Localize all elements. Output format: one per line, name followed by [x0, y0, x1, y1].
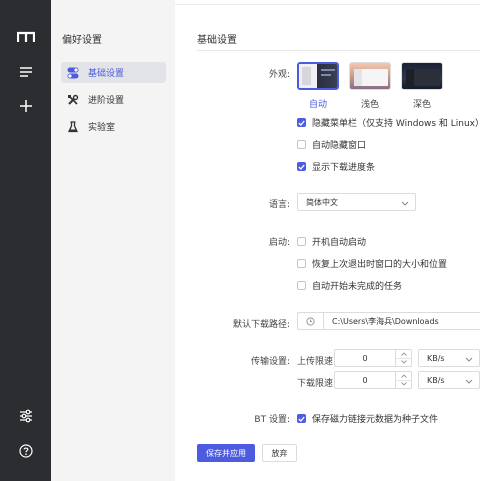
- decrement-button[interactable]: [396, 381, 411, 389]
- app-rail: [0, 0, 51, 481]
- nav-item-basic[interactable]: 基础设置: [61, 62, 166, 83]
- theme-dark[interactable]: 深色: [401, 62, 443, 110]
- hide-menubar-option[interactable]: 隐藏菜单栏（仅支持 Windows 和 Linux）: [297, 116, 480, 129]
- language-label: 语言:: [268, 200, 290, 210]
- resume-tasks-option[interactable]: 自动开始未完成的任务: [297, 279, 402, 292]
- auto-hide-window-option[interactable]: 自动隐藏窗口: [297, 138, 366, 151]
- theme-auto-preview: [297, 62, 339, 90]
- download-path-value: C:\Users\李海兵\Downloads: [332, 316, 439, 326]
- restore-window-option[interactable]: 恢复上次退出时窗口的大小和位置: [297, 257, 447, 270]
- download-path-field[interactable]: C:\Users\李海兵\Downloads: [297, 312, 480, 330]
- settings-nav: 偏好设置 基础设置 进阶设置 实验室: [51, 0, 175, 481]
- unit-value: KB/s: [427, 375, 445, 385]
- theme-label: 深色: [412, 100, 431, 110]
- bt-label: BT 设置:: [254, 415, 290, 425]
- clock-icon: [306, 316, 315, 326]
- checkbox[interactable]: [297, 259, 306, 268]
- increment-button[interactable]: [396, 372, 411, 381]
- upload-unit-select[interactable]: KB/s: [418, 349, 480, 367]
- theme-light-preview: [349, 62, 391, 90]
- checkbox[interactable]: [297, 140, 306, 149]
- save-apply-button[interactable]: 保存并应用: [197, 444, 255, 462]
- option-label: 恢复上次退出时窗口的大小和位置: [312, 260, 448, 270]
- logo-m-icon[interactable]: [17, 28, 35, 46]
- language-value: 简体中文: [306, 197, 338, 207]
- help-icon[interactable]: [17, 442, 35, 460]
- nav-item-lab[interactable]: 实验室: [61, 116, 166, 137]
- download-unit-select[interactable]: KB/s: [418, 371, 480, 389]
- page-title: 基础设置: [197, 35, 237, 46]
- upload-limit-value: 0: [362, 353, 368, 363]
- settings-panel: 基础设置 外观: 自动 浅色 深色 隐藏菜单栏（仅支持 Windows 和 Li…: [175, 0, 480, 481]
- option-label: 开机自动启动: [312, 238, 367, 248]
- theme-auto[interactable]: 自动: [297, 62, 339, 110]
- nav-item-label: 进阶设置: [88, 96, 125, 106]
- theme-label: 浅色: [360, 100, 379, 110]
- checkbox[interactable]: [297, 237, 306, 246]
- plus-icon[interactable]: [17, 97, 35, 115]
- download-path-label: 默认下载路径:: [232, 320, 290, 330]
- flask-icon: [67, 120, 79, 133]
- folder-browse-button[interactable]: [298, 313, 324, 329]
- nav-item-label: 基础设置: [88, 69, 125, 79]
- option-label: 自动开始未完成的任务: [312, 282, 403, 292]
- title-divider: [197, 50, 480, 51]
- toggle-icon: [67, 67, 79, 79]
- checkbox-checked[interactable]: [297, 162, 306, 171]
- auto-launch-option[interactable]: 开机自动启动: [297, 235, 366, 248]
- nav-item-advanced[interactable]: 进阶设置: [61, 89, 166, 110]
- discard-button[interactable]: 放弃: [262, 444, 297, 462]
- tools-icon: [67, 94, 79, 106]
- menu-lines-icon[interactable]: [17, 63, 35, 81]
- appearance-label: 外观:: [268, 70, 290, 80]
- option-label: 保存磁力链接元数据为种子文件: [312, 415, 439, 425]
- chevron-down-icon: [465, 377, 473, 386]
- chevron-down-icon: [401, 199, 409, 208]
- checkbox[interactable]: [297, 281, 306, 290]
- download-limit-label: 下载限速: [297, 379, 334, 389]
- upload-limit-label: 上传限速: [297, 357, 334, 367]
- checkbox-checked[interactable]: [297, 118, 306, 127]
- option-label: 隐藏菜单栏（仅支持 Windows 和 Linux）: [312, 119, 480, 129]
- theme-dark-preview: [401, 62, 443, 90]
- transfer-label: 传输设置:: [250, 357, 290, 367]
- increment-button[interactable]: [396, 350, 411, 359]
- theme-label: 自动: [308, 100, 327, 110]
- language-select[interactable]: 简体中文: [297, 193, 416, 211]
- decrement-button[interactable]: [396, 359, 411, 367]
- nav-title: 偏好设置: [62, 35, 102, 46]
- save-magnet-metadata-option[interactable]: 保存磁力链接元数据为种子文件: [297, 412, 438, 425]
- chevron-down-icon: [465, 355, 473, 364]
- option-label: 显示下载进度条: [312, 163, 376, 173]
- nav-item-label: 实验室: [88, 123, 116, 133]
- top-divider: [175, 4, 480, 5]
- sliders-icon[interactable]: [17, 407, 35, 425]
- option-label: 自动隐藏窗口: [312, 141, 367, 151]
- download-limit-value: 0: [362, 375, 368, 385]
- startup-label: 启动:: [268, 238, 290, 248]
- checkbox-checked[interactable]: [297, 414, 306, 423]
- unit-value: KB/s: [427, 353, 445, 363]
- download-limit-stepper[interactable]: 0: [334, 371, 412, 389]
- upload-limit-stepper[interactable]: 0: [334, 349, 412, 367]
- show-progress-bar-option[interactable]: 显示下载进度条: [297, 160, 375, 173]
- theme-light[interactable]: 浅色: [349, 62, 391, 110]
